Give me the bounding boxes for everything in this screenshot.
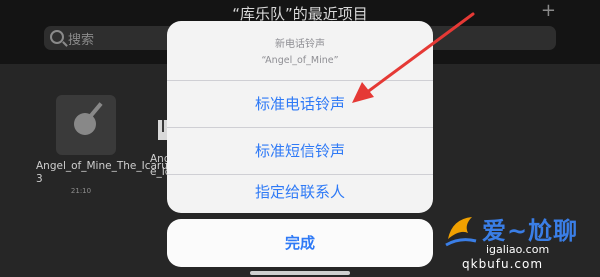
guitar-icon (74, 113, 96, 135)
standard-ringtone-button[interactable]: 标准电话铃声 (167, 81, 433, 127)
project-file-meta: 21:10 (70, 187, 92, 195)
action-sheet-message: “Angel_of_Mine” (261, 55, 339, 66)
home-indicator (250, 271, 350, 275)
project-thumbnail (56, 95, 116, 155)
search-icon (50, 30, 64, 44)
watermark-url: igaliao.com (486, 243, 550, 256)
action-sheet: 新电话铃声 “Angel_of_Mine” 标准电话铃声 标准短信铃声 指定给联… (167, 21, 433, 213)
watermark: 爱~尬聊 igaliao.com qkbufu.com (442, 205, 592, 275)
project-file-name: Angel_of_Mine_The_Icarus...count 3 (36, 160, 214, 185)
action-sheet-title: 新电话铃声 (275, 39, 325, 50)
project-file[interactable]: Angel_of_Mine_The_Icarus...count 3 21:10 (36, 95, 214, 195)
standard-text-tone-button[interactable]: 标准短信铃声 (167, 128, 433, 174)
plus-icon[interactable]: + (541, 0, 556, 21)
watermark-brand: 爱~尬聊 (482, 217, 579, 245)
search-placeholder: 搜索 (68, 33, 95, 48)
watermark-url-secondary: qkbufu.com (462, 257, 544, 271)
screen: “库乐队”的最近项目 + 搜索 Angel_of_Mine_The_Icarus… (0, 0, 600, 277)
done-button[interactable]: 完成 (167, 219, 433, 267)
assign-to-contact-button[interactable]: 指定给联系人 (167, 169, 433, 213)
watermark-logo-icon (445, 217, 477, 247)
